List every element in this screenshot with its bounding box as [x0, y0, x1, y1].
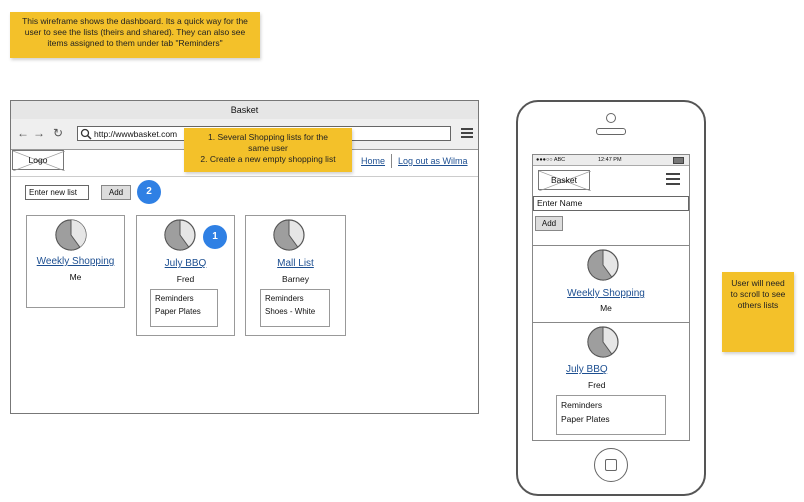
add-list-button[interactable]: Add — [101, 185, 131, 200]
reminders-tab[interactable]: Reminders — [155, 292, 213, 305]
reminder-item: Paper Plates — [561, 414, 610, 424]
name-input[interactable]: Enter Name — [533, 196, 689, 211]
list-owner: Me — [600, 303, 612, 313]
phone-speaker — [596, 128, 626, 135]
battery-icon — [673, 157, 684, 164]
phone-logo-text: Basket — [551, 175, 577, 185]
phone-add-button-label: Add — [541, 219, 557, 228]
phone-logo: Basket — [538, 170, 591, 191]
reminders-box: Reminders Paper Plates — [556, 395, 666, 435]
callout-badge-1-text: 1 — [212, 231, 218, 242]
pie-chart-icon — [587, 249, 619, 281]
phone-list-july-bbq[interactable]: July BBQ Fred Reminders Paper Plates — [533, 323, 689, 440]
back-arrow-icon[interactable]: ← — [17, 127, 29, 139]
logo: Logo — [12, 150, 65, 171]
list-name-link[interactable]: Weekly Shopping — [533, 288, 679, 299]
list-name-link[interactable]: July BBQ — [137, 258, 234, 269]
header-divider — [11, 176, 478, 177]
list-name-link[interactable]: July BBQ — [566, 364, 608, 375]
time-text: 12:47 PM — [598, 157, 622, 163]
logo-text: Logo — [28, 155, 48, 165]
sticky-note-features: 1. Several Shopping lists for the same u… — [184, 128, 352, 172]
sticky-note-dashboard-text: This wireframe shows the dashboard. Its … — [22, 16, 248, 48]
list-owner: Me — [69, 272, 82, 282]
reminders-box: Reminders Paper Plates — [150, 289, 218, 327]
sticky-note-features-line-2: 2. Create a new empty shopping list — [200, 154, 336, 164]
reminders-box: Reminders Shoes - White — [260, 289, 330, 327]
url-text: http://wwwbasket.com — [94, 129, 178, 139]
home-link[interactable]: Home — [361, 156, 385, 166]
forward-arrow-icon[interactable]: → — [33, 127, 45, 139]
list-name-link[interactable]: Mall List — [246, 258, 345, 269]
new-list-input[interactable]: Enter new list — [25, 185, 89, 200]
list-owner: Fred — [176, 274, 195, 284]
reminders-tab[interactable]: Reminders — [265, 292, 325, 305]
list-name-link[interactable]: Weekly Shopping — [27, 256, 124, 267]
phone-list-weekly-shopping[interactable]: Weekly Shopping Me — [533, 246, 689, 322]
reminder-item: Paper Plates — [155, 307, 201, 316]
browser-title: Basket — [230, 105, 259, 115]
pie-chart-icon — [55, 219, 87, 251]
reload-icon[interactable]: ↻ — [53, 127, 63, 139]
reminders-tab[interactable]: Reminders — [561, 398, 661, 412]
pie-chart-icon — [164, 219, 196, 251]
phone-status-bar: ●●●○○ ABC 12:47 PM — [533, 155, 689, 166]
carrier-text: ●●●○○ ABC — [536, 157, 566, 163]
sticky-note-dashboard: This wireframe shows the dashboard. Its … — [10, 12, 260, 58]
sticky-note-scroll: User will need to scroll to see others l… — [722, 272, 794, 352]
name-input-placeholder: Enter Name — [537, 198, 583, 208]
pie-chart-icon — [587, 326, 619, 358]
nav-divider — [391, 154, 392, 168]
phone-menu-icon[interactable] — [666, 172, 680, 186]
list-owner: Barney — [282, 274, 309, 284]
search-icon — [80, 128, 92, 140]
pie-chart-icon — [273, 219, 305, 251]
phone-screen: ●●●○○ ABC 12:47 PM Basket Enter Name Add… — [532, 154, 690, 441]
add-list-button-label: Add — [108, 188, 124, 197]
callout-badge-1: 1 — [203, 225, 227, 249]
phone-camera-icon — [606, 113, 616, 123]
reminder-item: Shoes - White — [265, 307, 316, 316]
browser-title-bar: Basket — [11, 101, 478, 120]
phone-home-button[interactable] — [594, 448, 628, 482]
callout-badge-2: 2 — [137, 180, 161, 204]
home-square-icon — [605, 459, 617, 471]
sticky-note-features-line-1: 1. Several Shopping lists for the same u… — [208, 132, 329, 153]
list-card-mall-list[interactable]: Mall List Barney Reminders Shoes - White — [245, 215, 346, 336]
new-list-placeholder: Enter new list — [29, 188, 78, 197]
callout-badge-2-text: 2 — [146, 186, 152, 197]
logout-link[interactable]: Log out as Wilma — [398, 156, 468, 166]
list-owner: Fred — [588, 380, 606, 390]
list-card-weekly-shopping[interactable]: Weekly Shopping Me — [26, 215, 125, 308]
sticky-note-scroll-text: User will need to scroll to see others l… — [730, 278, 786, 310]
browser-menu-icon[interactable] — [461, 127, 473, 139]
phone-add-button[interactable]: Add — [535, 216, 563, 231]
